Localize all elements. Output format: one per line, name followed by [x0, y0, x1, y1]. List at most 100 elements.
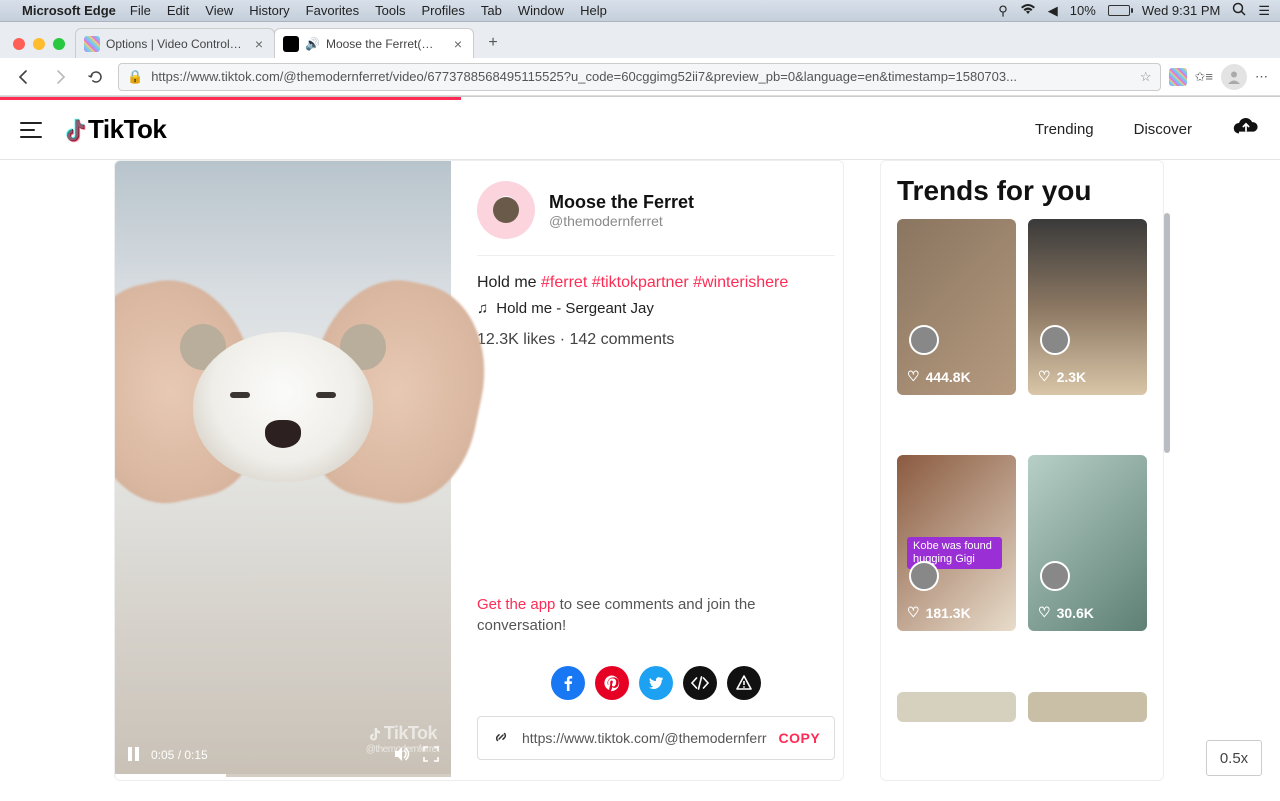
spotlight-icon[interactable]	[1232, 2, 1246, 19]
favicon-icon	[84, 36, 100, 52]
share-embed-icon[interactable]	[683, 666, 717, 700]
pause-button[interactable]	[127, 747, 139, 764]
trend-card[interactable]: ♡ 444.8K	[897, 219, 1016, 395]
share-report-icon[interactable]	[727, 666, 761, 700]
music-label: Hold me - Sergeant Jay	[496, 300, 654, 317]
get-app-link[interactable]: Get the app	[477, 596, 555, 613]
heart-icon: ♡	[907, 604, 920, 621]
new-tab-button[interactable]: +	[479, 29, 507, 57]
nav-trending[interactable]: Trending	[1035, 121, 1094, 138]
copy-button[interactable]: COPY	[779, 730, 821, 746]
share-pinterest-icon[interactable]	[595, 666, 629, 700]
close-tab-icon[interactable]: ×	[252, 37, 266, 51]
music-row[interactable]: ♫ Hold me - Sergeant Jay	[477, 300, 835, 317]
menu-help[interactable]: Help	[580, 3, 607, 18]
copy-link-row: https://www.tiktok.com/@themodernferr CO…	[477, 716, 835, 760]
battery-percent: 10%	[1070, 3, 1096, 18]
trend-card[interactable]: ♡ 2.3K	[1028, 219, 1147, 395]
video-controls: 0:05 / 0:15 TikTok @themodernferret	[115, 733, 451, 777]
menu-tab[interactable]: Tab	[481, 3, 502, 18]
video-time: 0:05 / 0:15	[151, 748, 208, 762]
window-controls	[13, 38, 65, 50]
trend-avatar	[909, 325, 939, 355]
tiktok-watermark: TikTok @themodernferret	[366, 723, 439, 755]
hashtag[interactable]: #ferret	[541, 274, 587, 291]
upload-icon[interactable]	[1232, 116, 1260, 144]
menu-favorites[interactable]: Favorites	[306, 3, 359, 18]
refresh-button[interactable]	[82, 63, 110, 91]
trend-card[interactable]: ♡ 30.6K	[1028, 455, 1147, 631]
heart-icon: ♡	[907, 368, 920, 385]
bluetooth-icon[interactable]: ⚲	[998, 3, 1008, 19]
tab-title: Options | Video Controls for Ti	[106, 37, 246, 51]
control-center-icon[interactable]: ☰	[1258, 3, 1270, 19]
extension-icon[interactable]	[1169, 68, 1187, 86]
favorites-icon[interactable]: ✩≡	[1195, 69, 1213, 85]
menu-history[interactable]: History	[249, 3, 289, 18]
trend-likes: 2.3K	[1057, 369, 1087, 385]
wifi-icon[interactable]	[1020, 3, 1036, 18]
heart-icon: ♡	[1038, 604, 1051, 621]
battery-icon[interactable]	[1108, 5, 1130, 16]
author-row[interactable]: Moose the Ferret @themodernferret	[477, 181, 835, 256]
author-avatar[interactable]	[477, 181, 535, 239]
tiktok-header: TikTok Trending Discover	[0, 100, 1280, 160]
trend-card[interactable]	[1028, 692, 1147, 722]
menu-tools[interactable]: Tools	[375, 3, 405, 18]
menu-profiles[interactable]: Profiles	[422, 3, 465, 18]
browser-tab[interactable]: Options | Video Controls for Ti ×	[75, 28, 275, 58]
trend-likes: 30.6K	[1057, 605, 1094, 621]
hashtag[interactable]: #tiktokpartner	[592, 274, 689, 291]
minimize-window-button[interactable]	[33, 38, 45, 50]
browser-chrome: Options | Video Controls for Ti × 🔊 Moos…	[0, 22, 1280, 97]
author-name: Moose the Ferret	[549, 192, 694, 213]
video-player[interactable]: 0:05 / 0:15 TikTok @themodernferret	[115, 161, 451, 777]
post-card: 0:05 / 0:15 TikTok @themodernferret Moos…	[114, 160, 844, 781]
sound-icon[interactable]: ◀	[1048, 3, 1058, 19]
menu-view[interactable]: View	[205, 3, 233, 18]
trend-card[interactable]: Kobe was found hugging Gigi♡181.3K	[897, 455, 1016, 631]
trend-avatar	[1040, 325, 1070, 355]
favicon-icon	[283, 36, 299, 52]
menubar-app-name[interactable]: Microsoft Edge	[22, 3, 116, 18]
post-caption: Hold me #ferret #tiktokpartner #winteris…	[477, 274, 835, 292]
close-tab-icon[interactable]: ×	[451, 37, 465, 51]
clock[interactable]: Wed 9:31 PM	[1142, 3, 1221, 18]
mac-menubar: Microsoft Edge File Edit View History Fa…	[0, 0, 1280, 22]
share-facebook-icon[interactable]	[551, 666, 585, 700]
trends-title: Trends for you	[897, 175, 1147, 207]
logo-text: TikTok	[88, 114, 166, 145]
address-bar[interactable]: 🔒 https://www.tiktok.com/@themodernferre…	[118, 63, 1161, 91]
share-twitter-icon[interactable]	[639, 666, 673, 700]
post-stats: 12.3K likes · 142 comments	[477, 331, 835, 349]
video-progress[interactable]	[115, 774, 451, 777]
zoom-indicator[interactable]: 0.5x	[1206, 740, 1262, 776]
trends-sidebar: Trends for you ♡ 444.8K ♡ 2.3K Kobe was fo…	[880, 160, 1164, 781]
share-row	[477, 666, 835, 700]
browser-tab-active[interactable]: 🔊 Moose the Ferret(@themo ×	[274, 28, 474, 58]
hashtag[interactable]: #winterishere	[693, 274, 788, 291]
share-url[interactable]: https://www.tiktok.com/@themodernferr	[522, 730, 767, 746]
back-button[interactable]	[10, 63, 38, 91]
url-text: https://www.tiktok.com/@themodernferret/…	[151, 69, 1132, 84]
heart-icon: ♡	[1038, 368, 1051, 385]
favorite-star-icon[interactable]: ☆	[1140, 69, 1152, 85]
tab-title: Moose the Ferret(@themo	[326, 37, 445, 51]
nav-discover[interactable]: Discover	[1134, 121, 1192, 138]
link-icon	[492, 728, 510, 749]
lock-icon: 🔒	[127, 69, 143, 85]
trend-card[interactable]	[897, 692, 1016, 722]
more-menu-icon[interactable]: ⋯	[1255, 69, 1270, 85]
menu-file[interactable]: File	[130, 3, 151, 18]
profile-button[interactable]	[1221, 64, 1247, 90]
audio-icon[interactable]: 🔊	[305, 37, 320, 51]
close-window-button[interactable]	[13, 38, 25, 50]
forward-button	[46, 63, 74, 91]
menu-window[interactable]: Window	[518, 3, 564, 18]
trend-likes: 444.8K	[926, 369, 971, 385]
tiktok-logo[interactable]: TikTok	[60, 114, 166, 145]
maximize-window-button[interactable]	[53, 38, 65, 50]
music-note-icon: ♫	[477, 300, 488, 317]
menu-edit[interactable]: Edit	[167, 3, 189, 18]
menu-hamburger-icon[interactable]	[20, 122, 42, 138]
